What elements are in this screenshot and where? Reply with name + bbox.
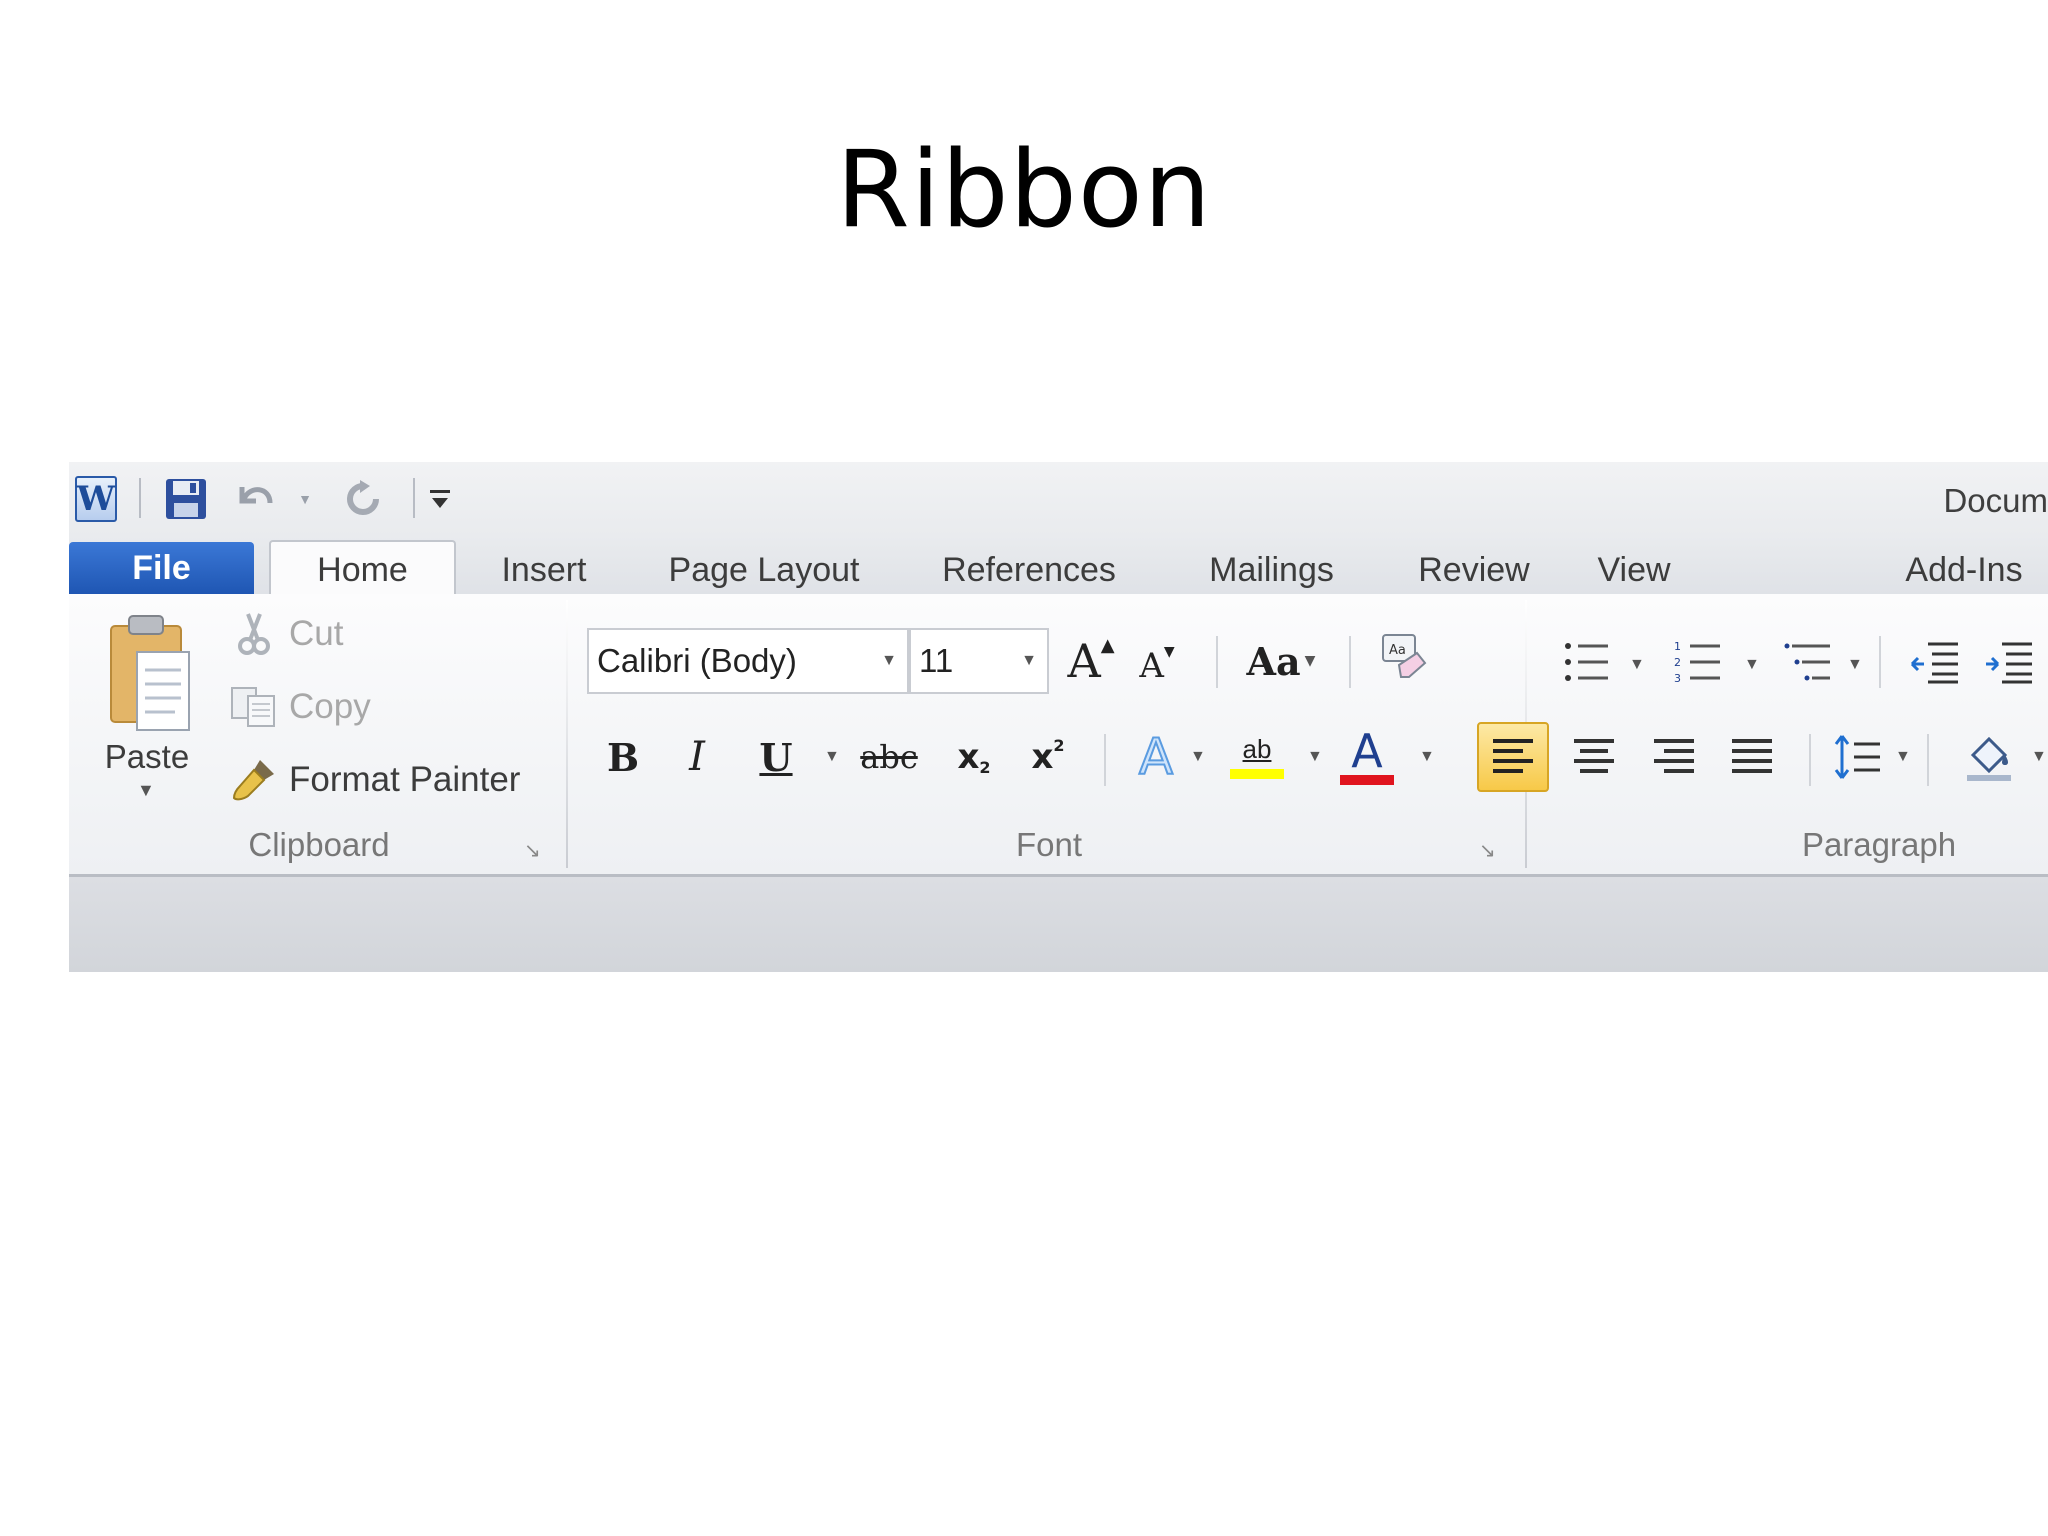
text-highlight-icon[interactable]: ab (1227, 722, 1287, 790)
change-case-icon[interactable]: Aa ▼ (1239, 630, 1323, 692)
word-app-icon[interactable]: W (75, 476, 117, 522)
svg-text:3: 3 (1674, 672, 1681, 684)
text-effects-dropdown-icon[interactable]: ▼ (1190, 748, 1206, 766)
tab-add-ins[interactable]: Add-Ins (1884, 546, 2044, 594)
bullets-icon[interactable] (1557, 634, 1617, 690)
toolbar-divider (1104, 734, 1106, 786)
decrease-indent-icon[interactable] (1905, 634, 1965, 690)
title-bar: W ▼ Docum (69, 462, 2048, 536)
paragraph-group-label: Paragraph (1801, 826, 1957, 863)
numbering-icon[interactable]: 1 2 3 (1669, 634, 1729, 690)
group-divider (566, 600, 568, 868)
font-size-dropdown-icon[interactable]: ▼ (1021, 630, 1037, 692)
qat-divider (139, 478, 141, 518)
highlight-dropdown-icon[interactable]: ▼ (1307, 748, 1323, 766)
cut-button[interactable]: Cut (229, 604, 343, 664)
font-group-label: Font (1015, 826, 1083, 863)
svg-text:2: 2 (1674, 656, 1681, 669)
align-right-icon[interactable] (1639, 722, 1709, 792)
paste-dropdown-icon[interactable]: ▼ (137, 780, 155, 801)
font-name-value: Calibri (Body) (597, 642, 797, 679)
font-dialog-launcher-icon[interactable]: ↘ (1479, 840, 1501, 862)
superscript-icon[interactable]: x2 (1021, 726, 1075, 788)
font-color-icon[interactable]: A (1339, 720, 1395, 792)
format-painter-button[interactable]: Format Painter (229, 750, 520, 810)
clear-formatting-icon[interactable]: Aa (1369, 626, 1433, 692)
tab-file[interactable]: File (69, 542, 254, 594)
customize-qat-icon[interactable] (425, 476, 455, 522)
clipboard-group-label: Clipboard (248, 826, 390, 863)
tab-references[interactable]: References (919, 546, 1139, 594)
toolbar-divider (1809, 734, 1811, 786)
undo-icon[interactable] (233, 476, 279, 522)
toolbar-divider (1879, 636, 1881, 688)
font-name-combo[interactable]: Calibri (Body) ▼ (587, 628, 909, 694)
toolbar-divider (1349, 636, 1351, 688)
format-painter-label: Format Painter (289, 760, 521, 799)
paste-label: Paste (104, 738, 190, 775)
numbering-dropdown-icon[interactable]: ▼ (1744, 656, 1760, 674)
scissors-icon (229, 611, 279, 657)
document-title: Docum (1943, 482, 2048, 519)
font-size-combo[interactable]: 11 ▼ (909, 628, 1049, 694)
increase-indent-icon[interactable] (1979, 634, 2039, 690)
text-effects-icon[interactable]: A (1129, 724, 1183, 790)
tab-mailings[interactable]: Mailings (1179, 546, 1364, 594)
align-left-icon[interactable] (1477, 722, 1549, 792)
qat-divider (413, 478, 415, 518)
font-size-value: 11 (919, 642, 954, 679)
underline-dropdown-icon[interactable]: ▼ (824, 748, 840, 766)
bold-icon[interactable]: B (596, 726, 650, 788)
tab-review[interactable]: Review (1399, 546, 1549, 594)
redo-icon[interactable] (341, 476, 387, 522)
shading-icon[interactable] (1959, 722, 2019, 792)
align-center-icon[interactable] (1559, 722, 1629, 792)
document-area-edge (69, 877, 2048, 972)
clipboard-dialog-launcher-icon[interactable]: ↘ (524, 840, 546, 862)
tab-page-layout[interactable]: Page Layout (649, 546, 879, 594)
svg-text:1: 1 (1674, 640, 1681, 653)
line-spacing-dropdown-icon[interactable]: ▼ (1895, 748, 1911, 766)
copy-button[interactable]: Copy (229, 677, 371, 737)
ribbon-tabs: File Home Insert Page Layout References … (69, 536, 2048, 598)
toolbar-divider (1927, 734, 1929, 786)
toolbar-divider (1216, 636, 1218, 688)
slide-title: Ribbon (836, 128, 1212, 251)
word-window: W ▼ Docum File Home Insert Page Layout R… (69, 462, 2048, 972)
paste-button[interactable]: Paste ▼ (87, 612, 207, 802)
tab-view[interactable]: View (1579, 546, 1689, 594)
tab-insert[interactable]: Insert (474, 546, 614, 594)
font-color-dropdown-icon[interactable]: ▼ (1419, 748, 1435, 766)
line-spacing-icon[interactable] (1829, 722, 1889, 792)
underline-icon[interactable]: U (749, 726, 803, 788)
copy-icon (229, 684, 279, 730)
strikethrough-icon[interactable]: abc (859, 726, 919, 788)
italic-icon[interactable]: I (670, 726, 724, 788)
tab-home[interactable]: Home (269, 540, 456, 598)
multilevel-dropdown-icon[interactable]: ▼ (1847, 656, 1863, 674)
save-icon[interactable] (163, 476, 209, 522)
font-name-dropdown-icon[interactable]: ▼ (881, 630, 897, 692)
undo-dropdown-icon[interactable]: ▼ (295, 476, 315, 522)
cut-label: Cut (289, 614, 344, 653)
copy-label: Copy (289, 687, 371, 726)
grow-font-icon[interactable]: A ▲ (1061, 630, 1121, 692)
svg-text:Aa: Aa (1389, 643, 1406, 658)
shrink-font-icon[interactable]: A ▼ (1131, 638, 1183, 694)
bullets-dropdown-icon[interactable]: ▼ (1629, 656, 1645, 674)
ribbon-home: Paste ▼ Cut Copy Format Painter Clipboar… (69, 594, 2048, 877)
multilevel-list-icon[interactable] (1779, 634, 1839, 690)
subscript-icon[interactable]: x2 (947, 726, 1001, 788)
shading-dropdown-icon[interactable]: ▼ (2031, 748, 2047, 766)
justify-icon[interactable] (1717, 722, 1787, 792)
paintbrush-icon (229, 757, 279, 803)
